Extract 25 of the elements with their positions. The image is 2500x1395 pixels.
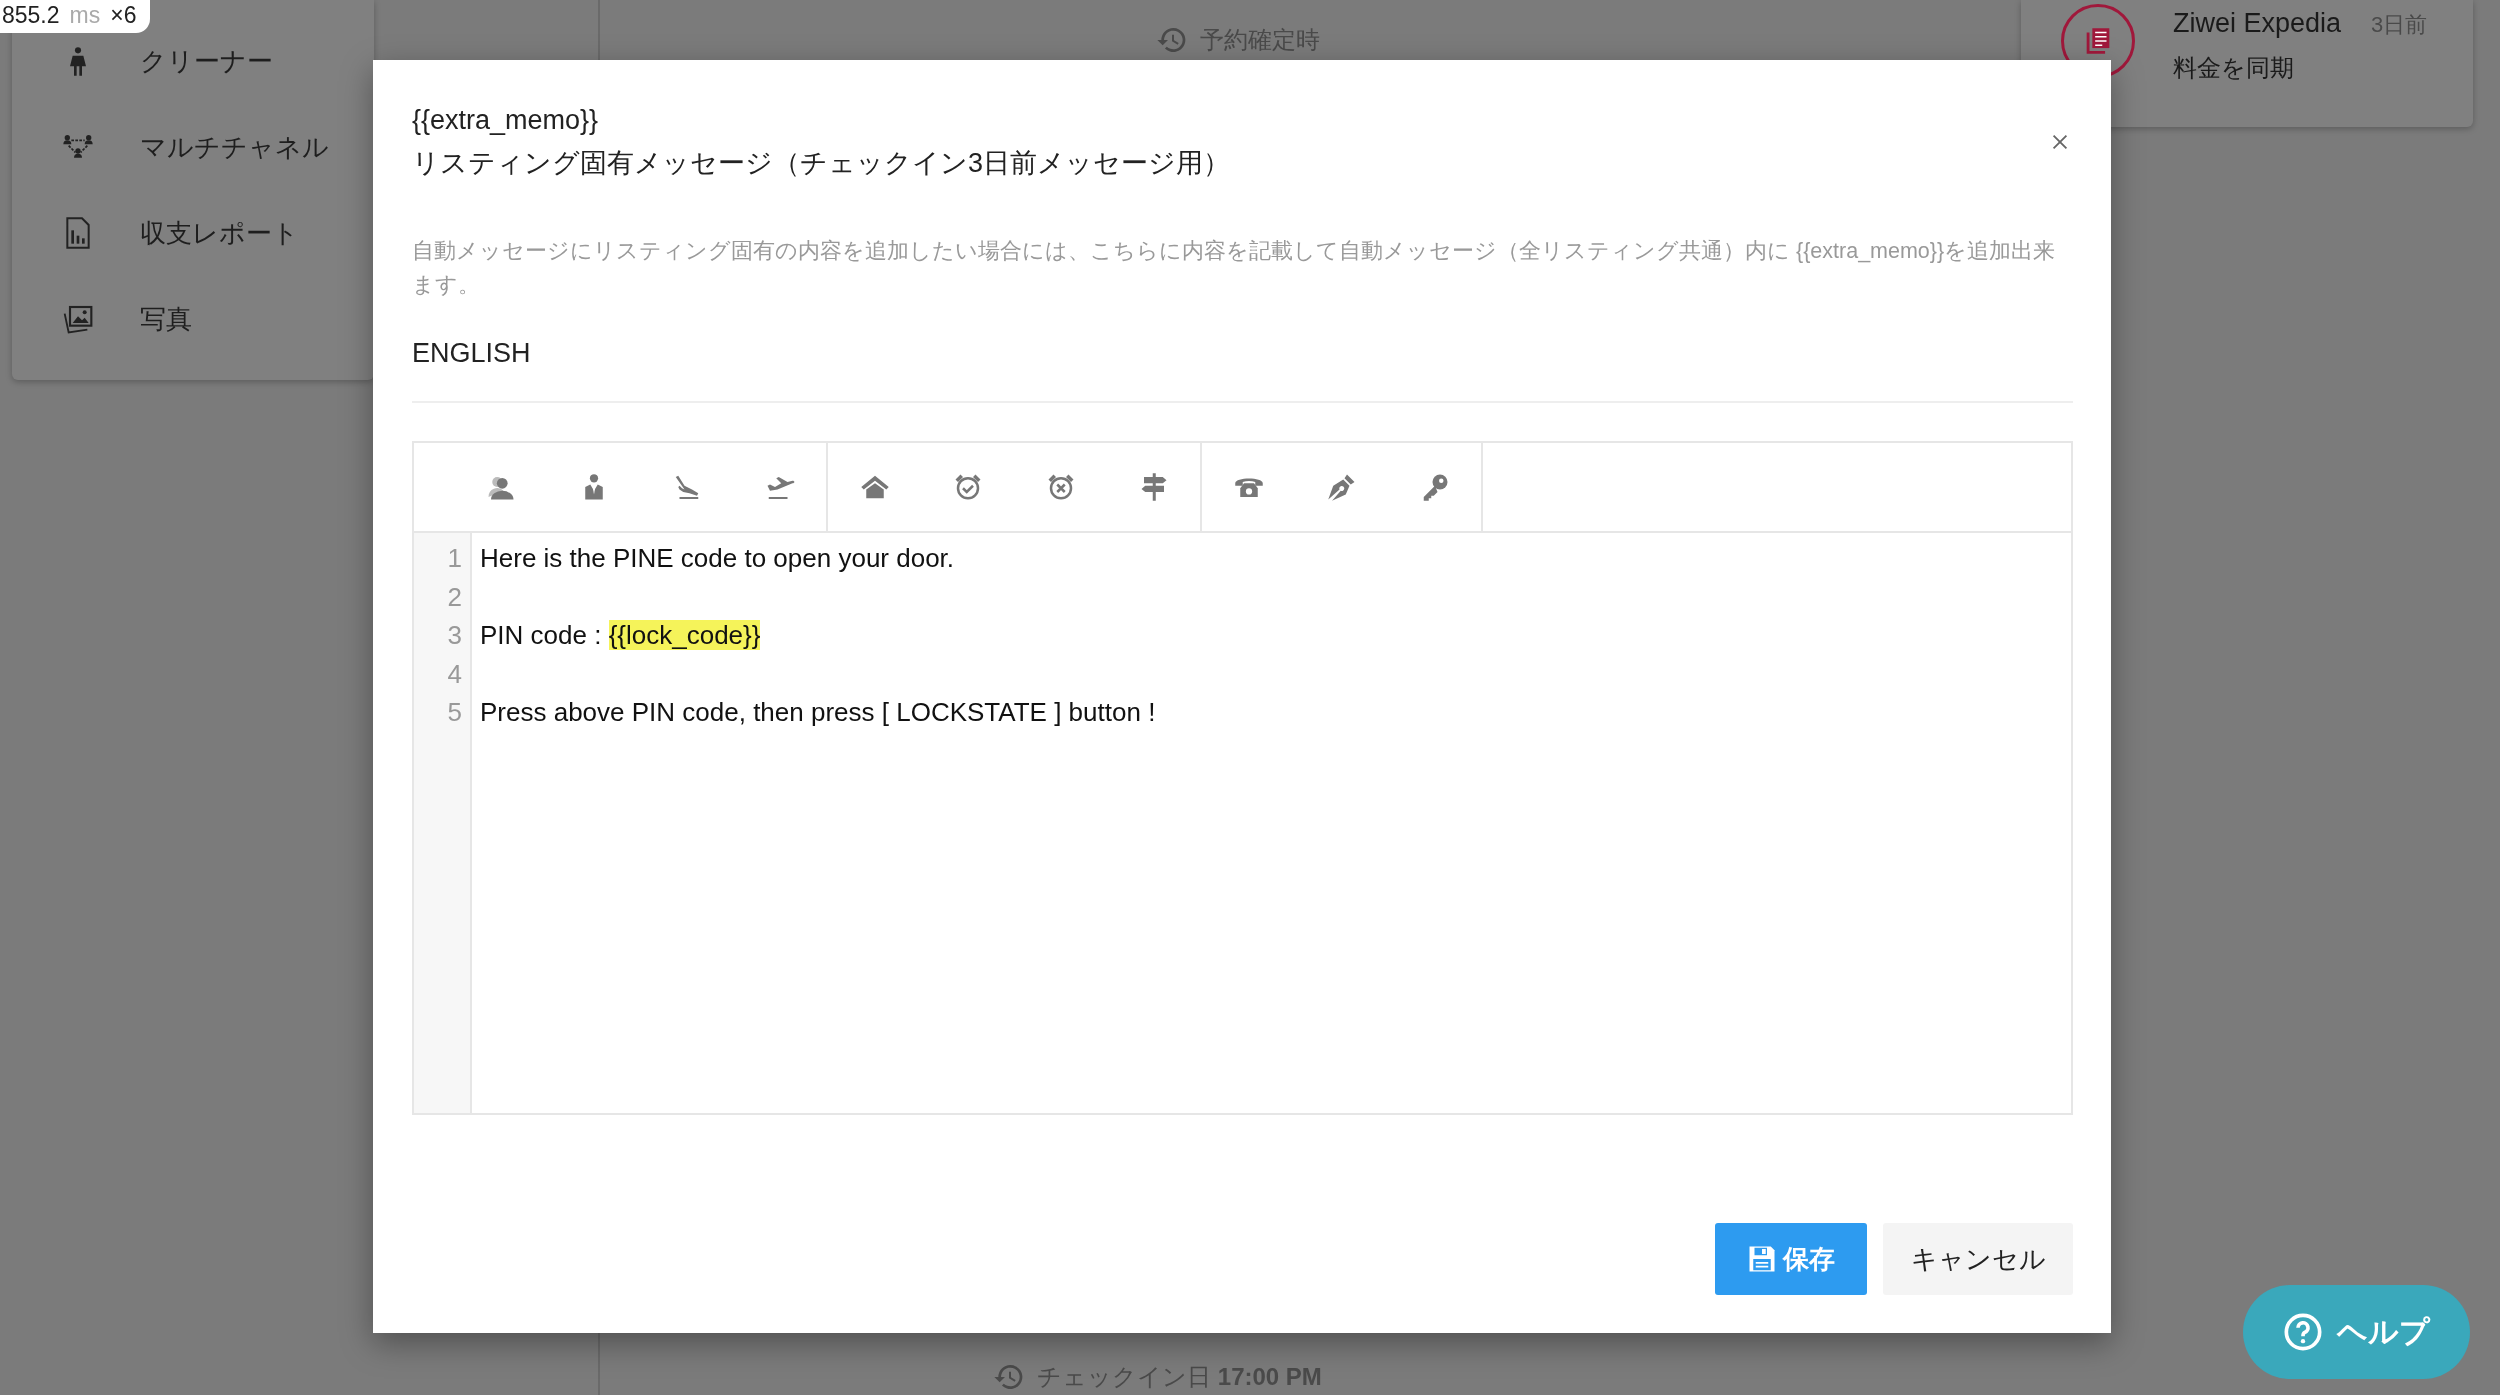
line-number: 1 bbox=[447, 542, 462, 575]
save-button[interactable]: 保存 bbox=[1715, 1223, 1867, 1295]
line-number: 2 bbox=[447, 580, 462, 614]
line-number: 5 bbox=[447, 696, 462, 730]
language-label: ENGLISH bbox=[412, 338, 532, 369]
notification-message: 料金を同期 bbox=[2173, 53, 2295, 83]
help-icon bbox=[2283, 1312, 2323, 1352]
line-number: 4 bbox=[447, 657, 462, 691]
cancel-button[interactable]: キャンセル bbox=[1883, 1223, 2073, 1295]
sidebar-item[interactable]: 写真 bbox=[12, 276, 374, 362]
dialog-description: 自動メッセージにリスティング固有の内容を追加したい場合には、こちらに内容を記載して自動メッセージ（全リスティング共通）内に {{extra_memo}}を追加出来ます。 bbox=[412, 238, 2057, 299]
photos-icon bbox=[62, 303, 94, 335]
notification-title: Ziwei Expedia bbox=[2173, 8, 2342, 39]
pen-nib-icon bbox=[1326, 472, 1357, 502]
help-button[interactable]: ヘルプ bbox=[2243, 1285, 2470, 1379]
code-text: Press above PIN code, then press [ LOCKSTATE ] button ! bbox=[480, 697, 1156, 728]
template-variable: {{lock_code}} bbox=[608, 620, 761, 651]
performance-badge: 855.2 ms ×6 bbox=[0, 0, 151, 33]
sidebar-item[interactable]: マルチチャネル bbox=[12, 104, 374, 190]
sidebar-item[interactable]: 収支レポート bbox=[12, 190, 374, 276]
code-text: PIN code : bbox=[480, 620, 603, 651]
dialog-title: リスティング固有メッセージ（チェックイン3日前メッセージ用） bbox=[412, 147, 1231, 180]
dialog-title: {{extra_memo}} bbox=[412, 104, 600, 137]
line-number: 3 bbox=[447, 619, 462, 653]
code-text: Here is the PINE code to open your door. bbox=[480, 543, 955, 573]
